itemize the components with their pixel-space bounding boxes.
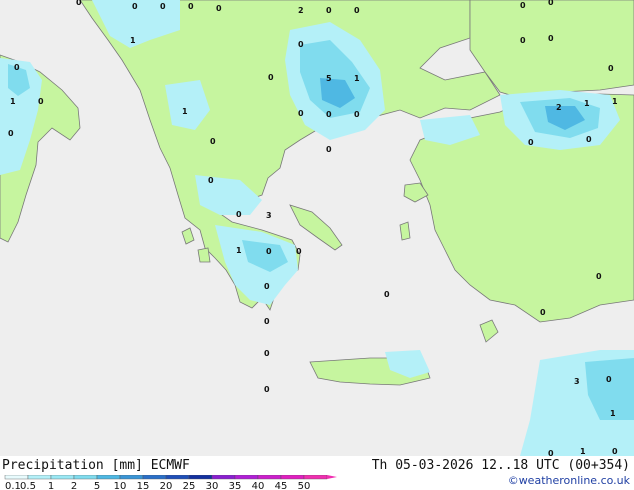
precipitation-map[interactable]: 1 1 0 0 0 1 0 0 0 5 1 0 0 0 2 1 1 0 0 2 … <box>0 0 634 456</box>
cell-value: 0 <box>8 129 14 138</box>
cell-value: 2 <box>556 103 562 112</box>
map-footer: Precipitation [mm] ECMWF Th 05-03-2026 1… <box>0 456 634 490</box>
legend-swatch <box>188 475 213 480</box>
cell-value: 0 <box>354 6 360 15</box>
cell-value: 0 <box>612 447 618 456</box>
cell-value: 0 <box>384 290 390 299</box>
legend-swatch <box>165 475 190 480</box>
cell-value: 0 <box>14 63 20 72</box>
legend-tick-label: 15 <box>137 481 150 490</box>
cell-value: 0 <box>586 135 592 144</box>
legend-tick-label: 40 <box>252 481 265 490</box>
legend-swatch <box>142 475 167 480</box>
legend-swatch <box>234 475 259 480</box>
island-chios <box>399 221 411 241</box>
cell-value: 0 <box>520 1 526 10</box>
cell-value: 1 <box>584 99 590 108</box>
legend-tick-label: 5 <box>94 481 100 490</box>
cell-value: 0 <box>520 36 526 45</box>
cell-value: 3 <box>266 211 272 220</box>
cell-value: 0 <box>188 2 194 11</box>
cell-value: 3 <box>574 377 580 386</box>
credit-link[interactable]: ©weatheronline.co.uk <box>508 474 630 487</box>
legend-overflow-arrow <box>327 475 337 479</box>
cell-value: 1 <box>612 97 618 106</box>
cell-value: 0 <box>38 97 44 106</box>
legend-tick-label: 10 <box>114 481 127 490</box>
cell-value: 0 <box>268 73 274 82</box>
map-title: Precipitation [mm] ECMWF <box>2 458 190 473</box>
cell-value: 0 <box>216 4 222 13</box>
cell-value: 0 <box>266 247 272 256</box>
cell-value: 0 <box>548 449 554 456</box>
cell-value: 0 <box>296 247 302 256</box>
cell-value: 0 <box>76 0 82 7</box>
legend-tick-label: 35 <box>229 481 242 490</box>
legend-swatch <box>257 475 282 480</box>
island-kefalonia <box>197 247 211 263</box>
cell-value: 0 <box>326 145 332 154</box>
cell-value: 1 <box>130 36 136 45</box>
legend-swatch <box>303 475 328 480</box>
legend-tick-label: 45 <box>275 481 288 490</box>
legend-tick-label: 25 <box>183 481 196 490</box>
cell-value: 0 <box>548 34 554 43</box>
cell-value: 0 <box>548 0 554 7</box>
map-canvas: 1 1 0 0 0 1 0 0 0 5 1 0 0 0 2 1 1 0 0 2 … <box>0 0 634 456</box>
legend-tick-labels: 0.1 0.5 1 2 5 10 15 20 25 30 35 40 45 50 <box>5 481 310 490</box>
legend-swatch <box>211 475 236 480</box>
cell-value: 2 <box>298 6 304 15</box>
cell-value: 1 <box>354 74 360 83</box>
legend-tick-label: 30 <box>206 481 219 490</box>
legend-swatch <box>73 475 98 480</box>
cell-value: 0 <box>354 110 360 119</box>
cell-value: 0 <box>298 109 304 118</box>
legend-swatch <box>27 475 52 480</box>
legend-swatch <box>119 475 144 480</box>
cell-value: 0 <box>210 137 216 146</box>
legend-tick-label: 1 <box>48 481 54 490</box>
cell-value: 1 <box>182 107 188 116</box>
cell-value: 0 <box>264 349 270 358</box>
cell-value: 0 <box>596 272 602 281</box>
cell-value: 0 <box>132 2 138 11</box>
legend-swatch <box>280 475 305 480</box>
legend-swatch <box>4 475 29 480</box>
legend-tick-label: 0.5 <box>20 481 36 490</box>
cell-value: 1 <box>580 447 586 456</box>
cell-value: 0 <box>236 210 242 219</box>
legend-swatch <box>96 475 121 480</box>
cell-value: 0 <box>608 64 614 73</box>
precipitation-legend: 0.1 0.5 1 2 5 10 15 20 25 30 35 40 45 50 <box>4 475 337 490</box>
legend-tick-label: 50 <box>298 481 311 490</box>
legend-tick-label: 20 <box>160 481 173 490</box>
legend-swatch <box>50 475 75 480</box>
legend-color-bar <box>4 475 337 480</box>
legend-tick-label: 0.1 <box>5 481 21 490</box>
cell-value: 0 <box>264 317 270 326</box>
legend-tick-label: 2 <box>71 481 77 490</box>
cell-value: 0 <box>208 176 214 185</box>
cell-value: 0 <box>540 308 546 317</box>
cell-value: 0 <box>606 375 612 384</box>
cell-value: 0 <box>298 40 304 49</box>
cell-value: 0 <box>160 2 166 11</box>
forecast-datetime: Th 05-03-2026 12..18 UTC (00+354) <box>371 458 630 473</box>
cell-value: 1 <box>236 246 242 255</box>
cell-value: 0 <box>264 282 270 291</box>
land-thrace <box>469 0 634 99</box>
cell-value: 1 <box>610 409 616 418</box>
cell-value: 5 <box>326 74 332 83</box>
cell-value: 1 <box>10 97 16 106</box>
cell-value: 0 <box>326 6 332 15</box>
cell-value: 0 <box>528 138 534 147</box>
cell-value: 0 <box>264 385 270 394</box>
cell-value: 0 <box>326 110 332 119</box>
